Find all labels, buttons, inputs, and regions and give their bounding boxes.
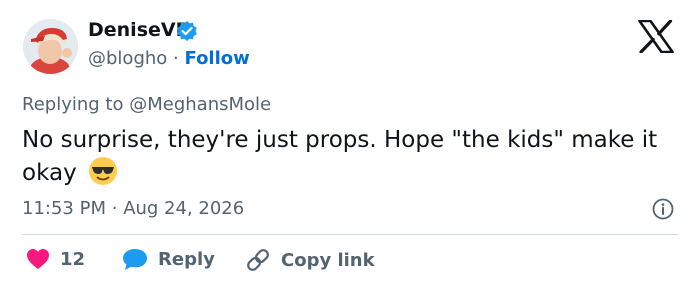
reply-context: Replying to @MeghansMole: [22, 94, 271, 115]
verified-badge-icon: [176, 20, 198, 42]
follow-button[interactable]: Follow: [185, 48, 250, 69]
handle[interactable]: @blogho: [88, 48, 167, 69]
reply-target-handle[interactable]: @MeghansMole: [129, 94, 271, 115]
reply-label: Reply: [158, 249, 215, 270]
reply-prefix: Replying to: [22, 94, 124, 115]
separator-dot: ·: [111, 198, 118, 219]
like-count: 12: [60, 248, 86, 270]
handle-row: @blogho · Follow: [88, 48, 250, 69]
sunglasses-emoji-icon: [88, 156, 118, 186]
x-logo-icon[interactable]: [638, 19, 674, 54]
reply-bubble-icon: [123, 249, 147, 270]
like-button[interactable]: 12: [26, 248, 85, 270]
reply-button[interactable]: Reply: [122, 248, 215, 271]
heart-icon: [27, 249, 49, 269]
timestamp[interactable]: 11:53 PM · Aug 24, 2026: [22, 198, 244, 219]
copy-link-button[interactable]: Copy link: [245, 248, 375, 272]
link-icon: [247, 249, 269, 271]
separator-dot: ·: [173, 48, 179, 69]
info-icon[interactable]: [652, 198, 674, 220]
tweet-text: No surprise, they're just props. Hope "t…: [22, 124, 672, 189]
avatar[interactable]: [23, 19, 78, 74]
copy-link-label: Copy link: [281, 249, 375, 271]
divider: [22, 234, 678, 235]
tweet-time: 11:53 PM: [22, 198, 106, 219]
display-name[interactable]: DeniseVB: [88, 19, 190, 41]
tweet-date: Aug 24, 2026: [123, 198, 245, 219]
